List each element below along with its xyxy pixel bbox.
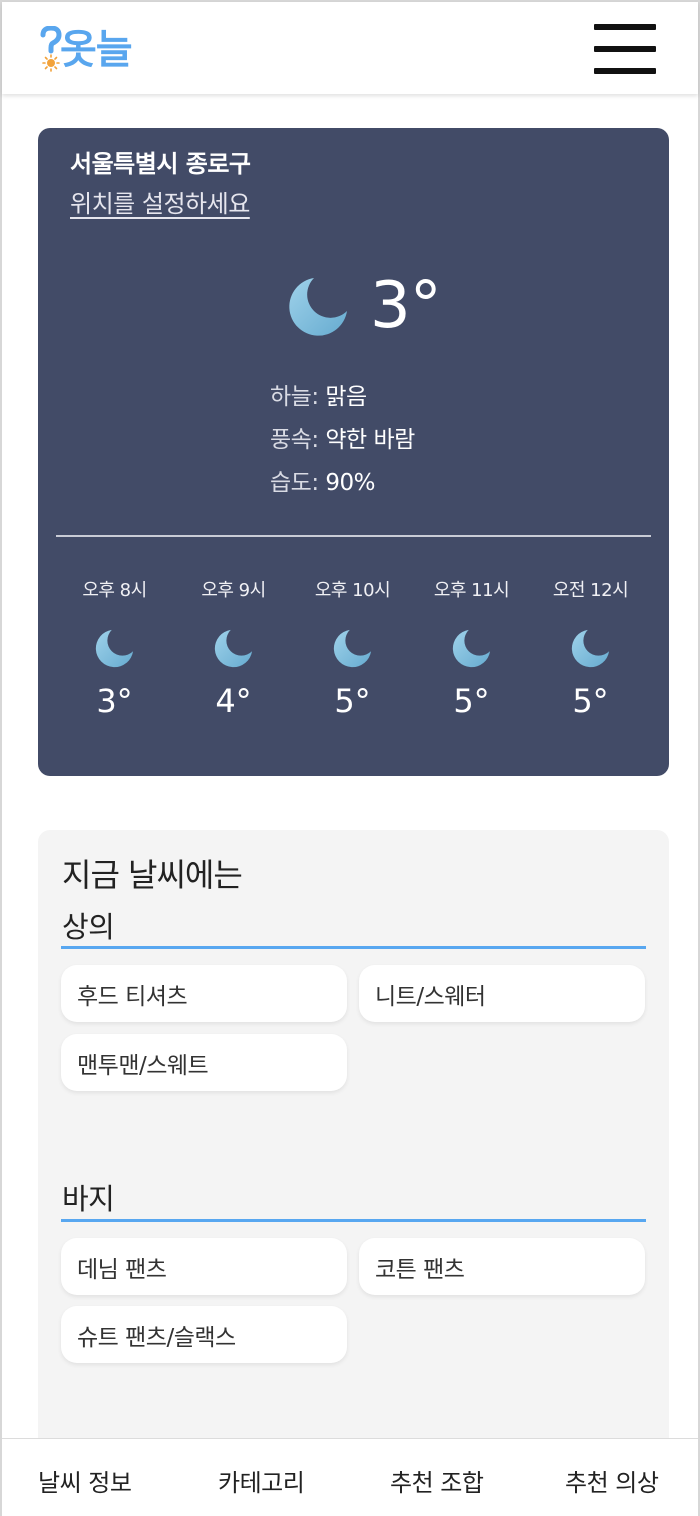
section-underline (61, 1219, 646, 1222)
clothing-chip[interactable]: 코튼 팬츠 (359, 1238, 645, 1295)
hour-temp: 5° (453, 682, 490, 720)
moon-icon (571, 629, 609, 668)
humidity-value: 90% (325, 470, 376, 496)
nav-category[interactable]: 카테고리 (218, 1463, 305, 1498)
humidity-row: 습도: 90% (270, 462, 415, 505)
moon-icon (95, 629, 133, 668)
hourly-item: 오후 11시 5° (412, 576, 531, 720)
hamburger-menu-icon[interactable] (594, 24, 656, 74)
location-name: 서울특별시 종로구 (70, 150, 251, 178)
hour-temp: 5° (334, 682, 371, 720)
clothing-chip[interactable]: 맨투맨/스웨트 (61, 1034, 347, 1091)
hour-time: 오후 8시 (82, 580, 147, 601)
hourly-item: 오전 12시 5° (531, 576, 650, 720)
hour-temp: 5° (572, 682, 609, 720)
clothing-chip[interactable]: 후드 티셔츠 (61, 965, 347, 1022)
sky-label: 하늘: (270, 384, 326, 410)
section-title-tops: 상의 (62, 910, 115, 944)
hour-time: 오전 12시 (552, 580, 629, 601)
section-underline (61, 946, 646, 949)
weather-details: 하늘: 맑음 풍속: 약한 바람 습도: 90% (270, 376, 415, 505)
moon-icon (289, 278, 347, 336)
sky-row: 하늘: 맑음 (270, 376, 415, 419)
clothing-chip[interactable]: 슈트 팬츠/슬랙스 (61, 1306, 347, 1363)
current-weather: 3° (288, 268, 442, 344)
humidity-label: 습도: (270, 470, 326, 496)
hour-temp: 3° (96, 682, 133, 720)
divider (56, 535, 651, 537)
hourly-item: 오후 9시 4° (174, 576, 293, 720)
moon-icon (333, 629, 371, 668)
logo-question-sun-icon (40, 25, 62, 74)
moon-icon (452, 629, 490, 668)
clothing-chip[interactable]: 데님 팬츠 (61, 1238, 347, 1295)
hourly-forecast: 오후 8시 3° 오후 9시 4° 오후 10시 5° 오후 11시 5° 오전… (55, 576, 650, 720)
nav-weather-info[interactable]: 날씨 정보 (38, 1463, 132, 1498)
hour-time: 오후 11시 (433, 580, 510, 601)
clothing-chip[interactable]: 니트/스웨터 (359, 965, 645, 1022)
app-header: 옷늘 (2, 2, 698, 94)
current-temperature: 3° (370, 269, 442, 343)
weather-card: 서울특별시 종로구 위치를 설정하세요 3° 하늘: 맑음 풍속: 약한 바람 … (38, 128, 669, 776)
hour-time: 오후 9시 (201, 580, 266, 601)
section-title-pants: 바지 (62, 1182, 115, 1216)
hourly-item: 오후 10시 5° (293, 576, 412, 720)
wind-row: 풍속: 약한 바람 (270, 419, 415, 462)
moon-icon (214, 629, 252, 668)
nav-recommended-clothes[interactable]: 추천 의상 (565, 1463, 659, 1498)
nav-recommended-combo[interactable]: 추천 조합 (390, 1463, 484, 1498)
wind-value: 약한 바람 (325, 427, 415, 453)
hour-temp: 4° (215, 682, 252, 720)
logo-text: 옷늘 (60, 27, 133, 73)
bottom-nav: 날씨 정보 카테고리 추천 조합 추천 의상 (2, 1438, 698, 1516)
hourly-item: 오후 8시 3° (55, 576, 174, 720)
recommendation-panel: 지금 날씨에는 상의 후드 티셔츠 니트/스웨터 맨투맨/스웨트 바지 데님 팬… (38, 830, 669, 1470)
sky-value: 맑음 (325, 384, 367, 410)
set-location-link[interactable]: 위치를 설정하세요 (70, 184, 250, 219)
app-logo[interactable]: 옷늘 (40, 24, 140, 76)
hour-time: 오후 10시 (314, 580, 391, 601)
wind-label: 풍속: (270, 427, 326, 453)
recommendation-title: 지금 날씨에는 (62, 856, 243, 894)
